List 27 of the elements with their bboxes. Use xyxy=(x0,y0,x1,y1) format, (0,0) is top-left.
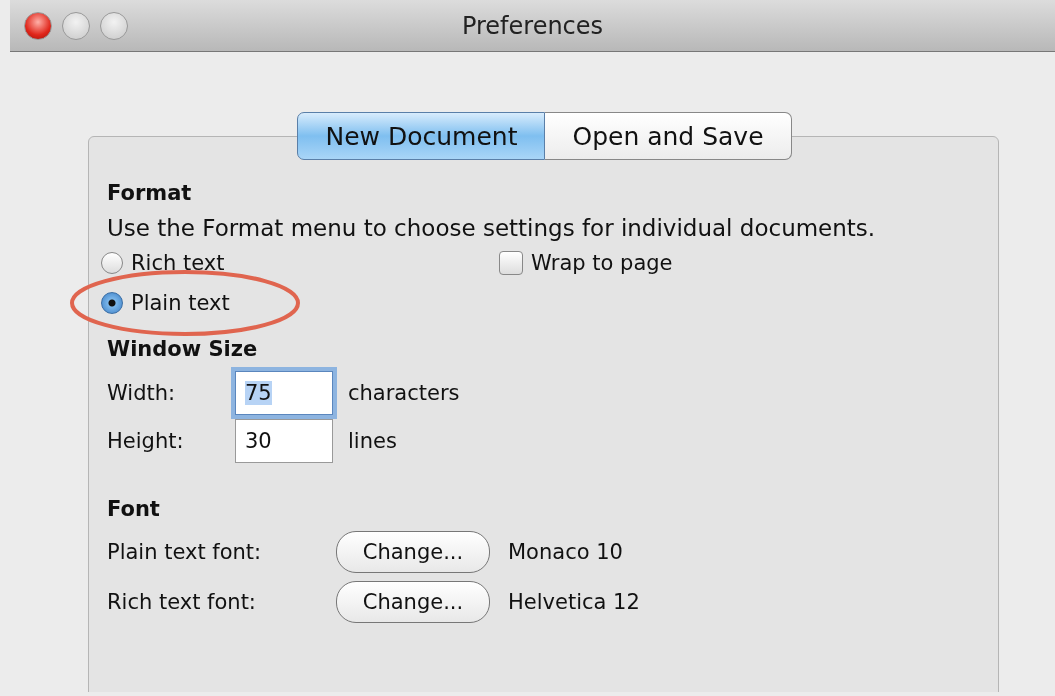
radio-button[interactable] xyxy=(101,292,123,314)
radio-button[interactable] xyxy=(101,252,123,274)
window-title: Preferences xyxy=(461,11,604,40)
font-name: Helvetica 12 xyxy=(508,590,641,614)
change-button[interactable]: Change... xyxy=(336,581,490,623)
section-heading: Window Size xyxy=(107,337,258,361)
input-field[interactable]: 30 xyxy=(235,419,333,463)
unit-label: lines xyxy=(348,429,398,453)
radio-label: Rich text xyxy=(131,251,225,275)
field-label: Width: xyxy=(107,381,177,405)
minimize-button[interactable] xyxy=(62,11,90,40)
field-label: Height: xyxy=(107,429,185,453)
font-label: Rich text font: xyxy=(107,590,257,614)
radio-label: Plain text xyxy=(131,291,230,315)
tab[interactable]: Open and Save xyxy=(545,112,792,160)
font-label: Plain text font: xyxy=(107,540,263,564)
section-heading: Font xyxy=(107,497,160,521)
checkbox[interactable] xyxy=(499,251,523,275)
zoom-button[interactable] xyxy=(100,11,128,40)
description-text: Use the Format menu to choose settings for individual documents. xyxy=(107,215,876,241)
unit-label: characters xyxy=(348,381,461,405)
section-heading: Format xyxy=(107,181,192,205)
change-button[interactable]: Change... xyxy=(336,531,490,573)
tab[interactable]: New Document xyxy=(297,112,546,160)
close-button[interactable] xyxy=(24,11,52,40)
font-name: Monaco 10 xyxy=(508,540,624,564)
checkbox-label: Wrap to page xyxy=(531,251,673,275)
